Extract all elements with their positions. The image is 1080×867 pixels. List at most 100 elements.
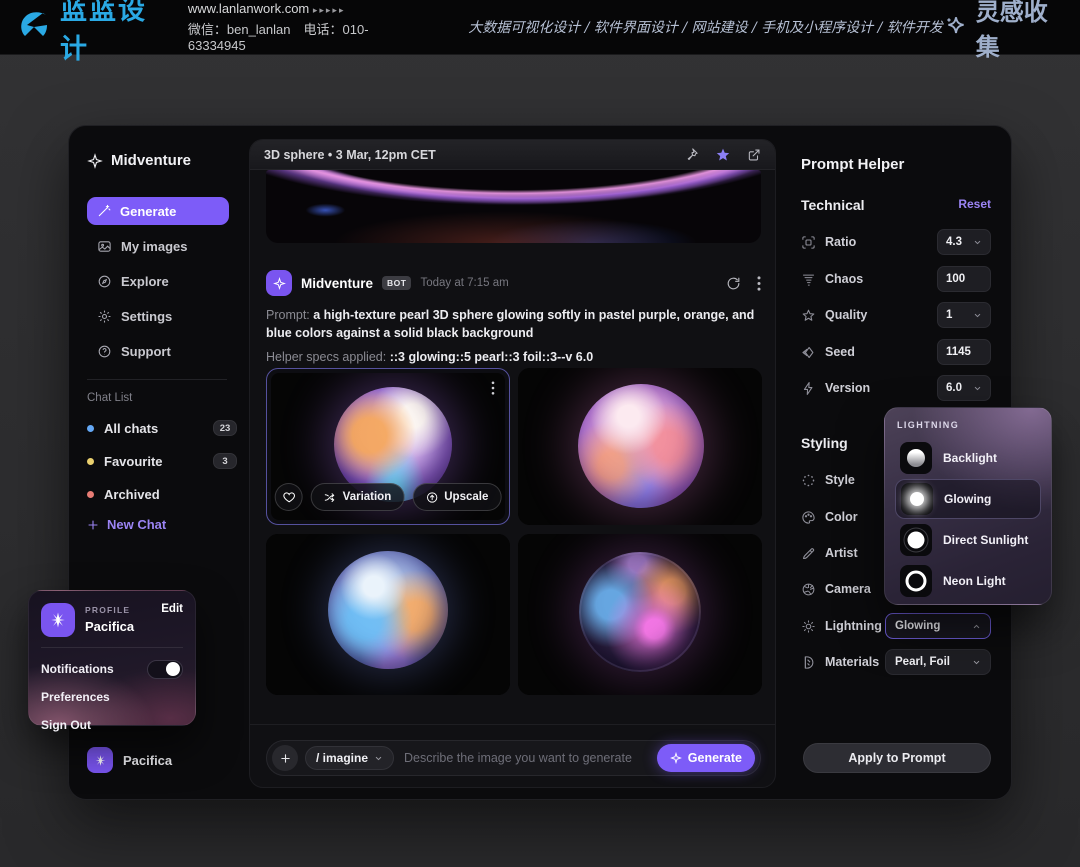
direct-sunlight-thumb-icon <box>900 524 932 556</box>
collect-logo[interactable]: 灵感收集 <box>943 0 1062 62</box>
prompt-text-input[interactable] <box>404 751 647 765</box>
sidebar-user[interactable]: Pacifica <box>87 747 172 773</box>
site-banner: 蓝蓝设计 www.lanlanwork.com ▸▸▸▸▸ 微信：ben_lan… <box>0 0 1080 55</box>
blue-dot-icon <box>87 425 94 432</box>
result-image-2[interactable] <box>518 368 762 525</box>
chevron-down-icon <box>973 238 982 247</box>
nav-settings[interactable]: Settings <box>87 302 229 330</box>
lighting-option-direct-sunlight[interactable]: Direct Sunlight <box>895 520 1041 560</box>
lightning-label: Lightning <box>825 619 882 633</box>
seed-value-input[interactable] <box>946 346 982 358</box>
lighting-option-backlight[interactable]: Backlight <box>895 438 1041 478</box>
scrolled-image-preview[interactable] <box>266 170 761 243</box>
materials-label: Materials <box>825 655 879 669</box>
seed-input[interactable] <box>937 339 991 365</box>
add-attachment-button[interactable] <box>272 745 298 771</box>
chat-filter-archived[interactable]: Archived <box>87 484 237 504</box>
result-image-3[interactable] <box>266 534 510 695</box>
style-dots-icon <box>801 473 816 488</box>
ratio-select[interactable]: 4.3 <box>937 229 991 255</box>
imagine-command-selector[interactable]: / imagine <box>305 746 394 770</box>
pin-icon[interactable] <box>684 147 699 162</box>
result-image-1[interactable]: Variation Upscale <box>266 368 510 525</box>
favourite-count-badge: 3 <box>213 453 237 469</box>
gear-icon <box>97 309 112 324</box>
version-label: Version <box>825 381 870 395</box>
upscale-label: Upscale <box>444 491 488 503</box>
style-label: Style <box>825 473 855 487</box>
profile-divider <box>41 647 183 648</box>
message-menu-icon[interactable] <box>757 276 761 291</box>
shuffle-icon <box>324 491 337 504</box>
lighting-option-neon-light[interactable]: Neon Light <box>895 561 1041 601</box>
color-label: Color <box>825 510 858 524</box>
styling-section-header: Styling <box>801 435 848 451</box>
star-icon[interactable] <box>715 147 731 163</box>
lanlan-logo[interactable]: 蓝蓝设计 <box>16 0 164 66</box>
quality-select[interactable]: 1 <box>937 302 991 328</box>
ratio-row: Ratio 4.3 <box>801 229 991 255</box>
seed-label: Seed <box>825 345 855 359</box>
nav-generate[interactable]: Generate <box>87 197 229 225</box>
variation-button[interactable]: Variation <box>311 483 405 511</box>
ratio-value: 4.3 <box>946 236 962 248</box>
apply-to-prompt-button[interactable]: Apply to Prompt <box>803 743 991 773</box>
nav-my-images[interactable]: My images <box>87 232 229 260</box>
chat-header: 3D sphere • 3 Mar, 12pm CET <box>250 140 775 170</box>
camera-label: Camera <box>825 582 871 596</box>
chat-filter-all[interactable]: All chats 23 <box>87 418 237 438</box>
tile-menu-icon[interactable] <box>491 381 495 395</box>
chaos-value-input[interactable] <box>946 273 982 285</box>
version-value: 6.0 <box>946 382 962 394</box>
chat-filter-favourite[interactable]: Favourite 3 <box>87 451 237 471</box>
banner-contact: www.lanlanwork.com ▸▸▸▸▸ 微信：ben_lanlan 电… <box>188 1 408 53</box>
notifications-row[interactable]: Notifications <box>41 658 183 680</box>
message-timestamp: Today at 7:15 am <box>420 277 508 289</box>
regenerate-icon[interactable] <box>726 276 741 291</box>
chat-panel: 3D sphere • 3 Mar, 12pm CET <box>249 139 776 788</box>
favourite-button[interactable] <box>275 483 303 511</box>
wand-icon <box>97 204 111 218</box>
notifications-toggle[interactable] <box>147 660 183 679</box>
materials-select[interactable]: Pearl, Foil <box>885 649 991 675</box>
chevron-down-icon <box>973 311 982 320</box>
quality-value: 1 <box>946 309 952 321</box>
neon-light-label: Neon Light <box>943 574 1006 588</box>
chaos-input[interactable] <box>937 266 991 292</box>
upscale-button[interactable]: Upscale <box>412 483 501 511</box>
collect-star-icon <box>943 14 969 40</box>
version-row: Version 6.0 <box>801 375 991 401</box>
profile-edit-button[interactable]: Edit <box>161 603 183 615</box>
seed-icon <box>801 345 816 360</box>
palette-icon <box>801 510 816 525</box>
bot-avatar <box>266 270 292 296</box>
site-url[interactable]: www.lanlanwork.com <box>188 1 309 16</box>
chaos-row: Chaos <box>801 266 991 292</box>
prompt-input-bar: / imagine Generate <box>266 740 761 776</box>
generate-button[interactable]: Generate <box>657 744 755 772</box>
nav-generate-label: Generate <box>120 204 176 219</box>
sidebar-user-name: Pacifica <box>123 753 172 768</box>
nav-support[interactable]: Support <box>87 337 229 365</box>
lightning-select[interactable]: Glowing <box>885 613 991 639</box>
wechat-label: 微信：ben_lanlan <box>188 22 291 37</box>
banner-services: 大数据可视化设计 / 软件界面设计 / 网站建设 / 手机及小程序设计 / 软件… <box>468 17 942 37</box>
yellow-dot-icon <box>87 458 94 465</box>
share-icon[interactable] <box>747 148 761 162</box>
reset-button[interactable]: Reset <box>958 197 991 211</box>
chevron-down-icon <box>374 754 383 763</box>
glowing-label: Glowing <box>944 492 991 506</box>
lighting-option-glowing[interactable]: Glowing <box>895 479 1041 519</box>
app-name: Midventure <box>111 152 191 169</box>
version-select[interactable]: 6.0 <box>937 375 991 401</box>
bot-name: Midventure <box>301 276 373 291</box>
materials-value: Pearl, Foil <box>895 656 950 668</box>
chevron-down-icon <box>973 384 982 393</box>
result-image-4[interactable] <box>518 534 762 695</box>
sign-out-row[interactable]: Sign Out <box>41 714 183 736</box>
preferences-row[interactable]: Preferences <box>41 686 183 708</box>
technical-section-header: Technical <box>801 197 865 213</box>
chaos-icon <box>801 272 816 287</box>
nav-explore[interactable]: Explore <box>87 267 229 295</box>
new-chat-button[interactable]: New Chat <box>87 517 249 532</box>
